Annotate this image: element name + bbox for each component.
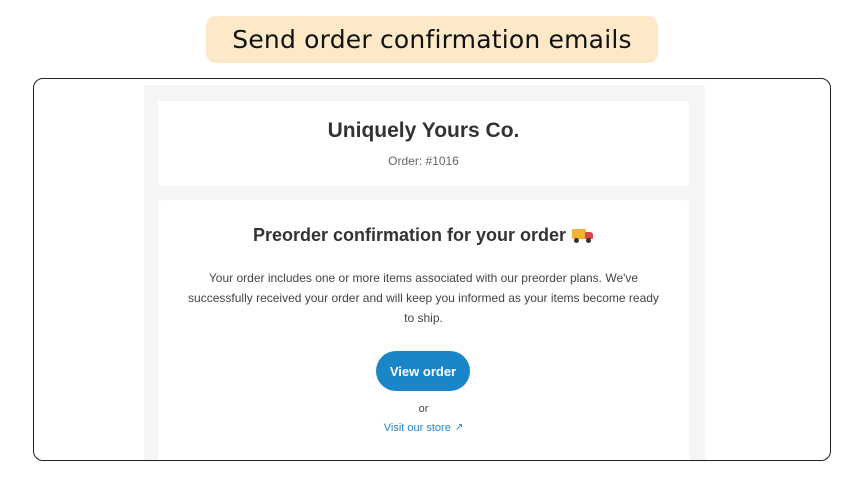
- visit-store-link[interactable]: Visit our store ↗: [158, 422, 689, 434]
- banner-title: Send order confirmation emails: [232, 25, 632, 54]
- email-heading-text: Preorder confirmation for your order: [252, 225, 567, 245]
- external-link-icon: ↗: [454, 422, 464, 433]
- order-number: Order: #1016: [388, 154, 459, 168]
- view-order-button[interactable]: View order: [376, 351, 470, 391]
- email-body: Uniquely Yours Co. Order: #1016 Preorder…: [144, 85, 705, 460]
- email-header-card: Uniquely Yours Co. Order: #1016: [158, 101, 689, 186]
- email-body-text: Your order includes one or more items as…: [188, 271, 659, 325]
- email-main-card: Preorder confirmation for your order You…: [158, 200, 689, 460]
- email-preview-frame: Uniquely Yours Co. Order: #1016 Preorder…: [33, 78, 831, 461]
- or-separator: or: [418, 403, 429, 415]
- visit-store-label[interactable]: Visit our store: [384, 422, 451, 434]
- email-heading: Preorder confirmation for your order: [158, 225, 689, 246]
- shop-name: Uniquely Yours Co.: [327, 119, 520, 142]
- delivery-truck-icon: [572, 228, 594, 244]
- feature-banner: Send order confirmation emails: [206, 16, 658, 63]
